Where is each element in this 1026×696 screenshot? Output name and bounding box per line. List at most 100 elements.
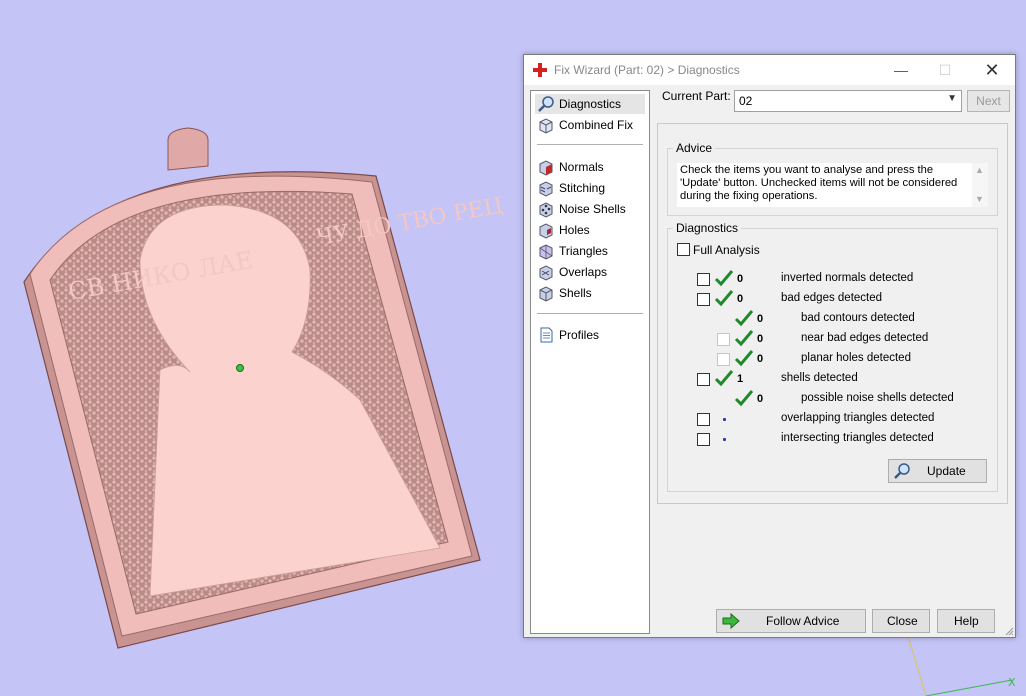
nav-item-shells[interactable]: Shells <box>535 283 645 303</box>
dialog-title: Fix Wizard (Part: 02) > Diagnostics <box>554 63 740 77</box>
diagnostics-group: Diagnostics Full Analysis 0 inverted nor… <box>667 221 998 492</box>
current-part-value: 02 <box>739 94 753 108</box>
check-icon <box>734 310 754 327</box>
help-button[interactable]: Help <box>937 609 995 633</box>
row-checkbox[interactable] <box>697 413 710 426</box>
axis-line-y <box>907 635 927 696</box>
nav-label: Holes <box>559 223 590 237</box>
fix-wizard-dialog: Fix Wizard (Part: 02) > Diagnostics — ☐ … <box>523 54 1016 638</box>
follow-advice-button[interactable]: Follow Advice <box>716 609 866 633</box>
nav-label: Triangles <box>559 244 608 258</box>
row-label: near bad edges detected <box>801 332 929 344</box>
nav-label: Stitching <box>559 181 606 195</box>
nav-item-overlaps[interactable]: Overlaps <box>535 262 645 282</box>
check-icon <box>714 290 734 307</box>
check-icon <box>734 350 754 367</box>
check-icon <box>714 370 734 387</box>
check-icon <box>714 270 734 287</box>
nav-separator <box>537 313 643 314</box>
row-label: intersecting triangles detected <box>781 432 934 444</box>
scroll-up-icon[interactable]: ▲ <box>975 165 984 175</box>
magnifier-icon <box>538 96 554 112</box>
maximize-button[interactable]: ☐ <box>923 57 967 83</box>
row-label: shells detected <box>781 372 858 384</box>
current-part-select[interactable]: 02 ▼ <box>734 90 962 112</box>
row-value: 0 <box>757 333 764 345</box>
row-checkbox[interactable] <box>697 293 710 306</box>
nav-item-normals[interactable]: Normals <box>535 157 645 177</box>
full-analysis-checkbox[interactable] <box>677 243 690 256</box>
nav-item-noise-shells[interactable]: Noise Shells <box>535 199 645 219</box>
row-label: overlapping triangles detected <box>781 412 935 424</box>
nav-item-combined-fix[interactable]: Combined Fix <box>535 115 645 135</box>
advice-scrollbar[interactable]: ▲ ▼ <box>972 163 988 207</box>
row-checkbox[interactable] <box>697 433 710 446</box>
row-value: 0 <box>757 313 764 325</box>
nav-label: Profiles <box>559 328 600 342</box>
wizard-nav-list: Diagnostics Combined Fix Normals Stitchi… <box>530 90 650 634</box>
check-icon <box>734 390 754 407</box>
row-value: 1 <box>737 373 744 385</box>
update-label: Update <box>927 464 966 478</box>
check-icon <box>734 330 754 347</box>
row-checkbox[interactable] <box>717 333 730 346</box>
nav-label: Overlaps <box>559 265 608 279</box>
row-label: planar holes detected <box>801 352 911 364</box>
magnifier-icon <box>894 463 910 479</box>
diagnostics-panel: Advice Check the items you want to analy… <box>657 123 1008 504</box>
chevron-down-icon: ▼ <box>947 93 957 104</box>
row-value: 0 <box>737 273 744 285</box>
normals-cube-icon <box>539 160 553 176</box>
row-value: 0 <box>757 393 764 405</box>
holes-cube-icon <box>539 223 553 239</box>
row-checkbox[interactable] <box>697 273 710 286</box>
scroll-down-icon[interactable]: ▼ <box>975 194 984 204</box>
nav-separator <box>537 144 643 145</box>
help-label: Help <box>954 614 979 628</box>
row-value: 0 <box>737 293 744 305</box>
nav-item-triangles[interactable]: Triangles <box>535 241 645 261</box>
shells-cube-icon <box>539 286 553 302</box>
nav-item-stitching[interactable]: Stitching <box>535 178 645 198</box>
red-cross-icon <box>533 63 547 77</box>
resize-grip-icon[interactable] <box>1004 626 1014 636</box>
minimize-button[interactable]: — <box>879 57 923 83</box>
nav-label: Diagnostics <box>559 97 622 111</box>
axis-x-label: X <box>1008 676 1016 689</box>
nav-label: Shells <box>559 286 592 300</box>
row-checkbox[interactable] <box>697 373 710 386</box>
follow-advice-label: Follow Advice <box>766 614 840 628</box>
row-label: possible noise shells detected <box>801 392 954 404</box>
close-label: Close <box>887 614 918 628</box>
nav-item-profiles[interactable]: Profiles <box>535 325 645 345</box>
advice-text: Check the items you want to analyse and … <box>680 164 958 202</box>
nav-label: Normals <box>559 160 604 174</box>
status-dot <box>723 438 726 441</box>
nav-item-diagnostics[interactable]: Diagnostics <box>535 94 645 114</box>
overlaps-cube-icon <box>539 265 553 281</box>
row-value: 0 <box>757 353 764 365</box>
cube-icon <box>539 118 553 134</box>
row-label: bad edges detected <box>781 292 883 304</box>
close-window-button[interactable]: ✕ <box>970 57 1014 83</box>
next-button[interactable]: Next <box>967 90 1010 112</box>
nav-label: Noise Shells <box>559 202 626 216</box>
document-icon <box>540 327 553 343</box>
axis-line-x <box>925 679 1013 696</box>
advice-textbox[interactable]: Check the items you want to analyse and … <box>677 163 988 207</box>
current-part-label: Current Part: <box>662 89 731 103</box>
title-bar[interactable]: Fix Wizard (Part: 02) > Diagnostics — ☐ … <box>524 55 1015 85</box>
diagnostics-legend: Diagnostics <box>673 221 742 235</box>
advice-group: Advice Check the items you want to analy… <box>667 141 998 216</box>
update-button[interactable]: Update <box>888 459 987 483</box>
row-checkbox[interactable] <box>717 353 730 366</box>
row-label: inverted normals detected <box>781 272 914 284</box>
full-analysis-label: Full Analysis <box>693 243 760 257</box>
noise-cube-icon <box>539 202 553 218</box>
stitching-cube-icon <box>539 181 553 197</box>
center-marker <box>236 364 244 372</box>
advice-legend: Advice <box>673 141 716 155</box>
nav-label: Combined Fix <box>559 118 634 132</box>
close-button[interactable]: Close <box>872 609 930 633</box>
nav-item-holes[interactable]: Holes <box>535 220 645 240</box>
